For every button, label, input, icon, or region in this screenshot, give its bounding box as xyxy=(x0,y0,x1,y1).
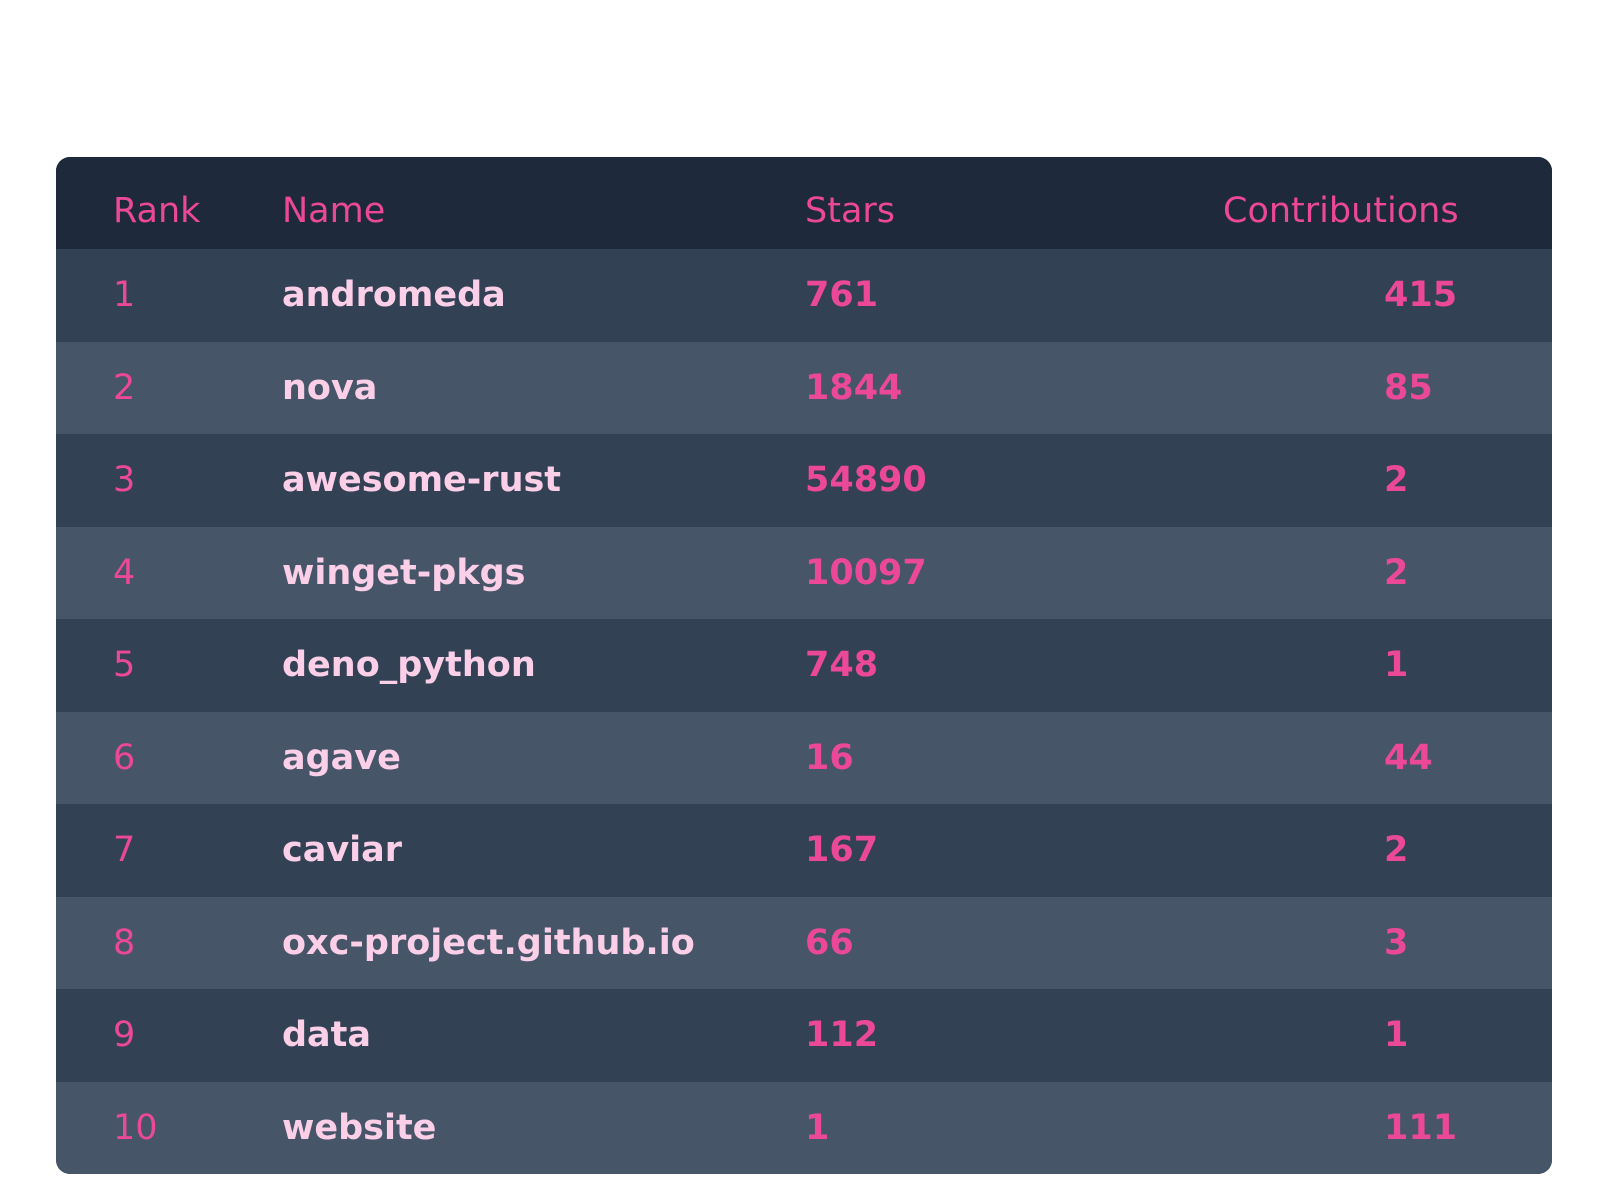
row-name: awesome-rust xyxy=(282,460,562,501)
row-contributions: 2 xyxy=(1384,552,1409,593)
row-stars: 16 xyxy=(805,737,854,778)
table-row: 6 agave 16 44 xyxy=(56,711,1552,804)
table-row: 9 data 112 1 xyxy=(56,989,1552,1082)
header-stars: Stars xyxy=(805,191,896,231)
row-name: caviar xyxy=(282,830,403,871)
table-row: 1 andromeda 761 415 xyxy=(56,249,1552,342)
table-row: 7 caviar 167 2 xyxy=(56,804,1552,897)
repo-ranking-table: Rank Name Stars Contributions 1 andromed… xyxy=(56,157,1552,1174)
row-name: winget-pkgs xyxy=(282,552,526,593)
row-stars: 112 xyxy=(805,1015,879,1056)
header-rank: Rank xyxy=(113,191,201,231)
row-rank: 5 xyxy=(113,645,136,686)
row-name: agave xyxy=(282,737,401,778)
row-stars: 10097 xyxy=(805,552,927,593)
row-contributions: 44 xyxy=(1384,737,1433,778)
row-rank: 8 xyxy=(113,922,136,963)
table-row: 4 winget-pkgs 10097 2 xyxy=(56,526,1552,619)
row-contributions: 1 xyxy=(1384,645,1409,686)
row-name: data xyxy=(282,1015,372,1056)
row-rank: 3 xyxy=(113,460,136,501)
row-rank: 1 xyxy=(113,275,136,316)
row-name: website xyxy=(282,1107,437,1148)
table-row: 10 website 1 111 xyxy=(56,1081,1552,1174)
row-rank: 7 xyxy=(113,830,136,871)
row-stars: 167 xyxy=(805,830,879,871)
row-stars: 1844 xyxy=(805,367,903,408)
row-rank: 9 xyxy=(113,1015,136,1056)
row-rank: 6 xyxy=(113,737,136,778)
row-rank: 4 xyxy=(113,552,136,593)
row-stars: 66 xyxy=(805,922,854,963)
row-contributions: 415 xyxy=(1384,275,1458,316)
table-row: 8 oxc-project.github.io 66 3 xyxy=(56,896,1552,989)
row-rank: 2 xyxy=(113,367,136,408)
row-stars: 761 xyxy=(805,275,879,316)
row-contributions: 2 xyxy=(1384,830,1409,871)
header-contributions: Contributions xyxy=(1223,191,1459,231)
header-name: Name xyxy=(282,191,386,231)
row-stars: 748 xyxy=(805,645,879,686)
row-name: andromeda xyxy=(282,275,506,316)
row-contributions: 1 xyxy=(1384,1015,1409,1056)
table-row: 3 awesome-rust 54890 2 xyxy=(56,434,1552,527)
row-stars: 1 xyxy=(805,1107,830,1148)
row-contributions: 85 xyxy=(1384,367,1433,408)
table-row: 2 nova 1844 85 xyxy=(56,341,1552,434)
row-contributions: 111 xyxy=(1384,1107,1458,1148)
row-stars: 54890 xyxy=(805,460,927,501)
page: Rank Name Stars Contributions 1 andromed… xyxy=(0,0,1600,1200)
row-contributions: 3 xyxy=(1384,922,1409,963)
table-row: 5 deno_python 748 1 xyxy=(56,619,1552,712)
row-name: deno_python xyxy=(282,645,536,686)
row-rank: 10 xyxy=(113,1107,158,1148)
row-name: nova xyxy=(282,367,378,408)
table-header: Rank Name Stars Contributions xyxy=(56,157,1552,249)
row-contributions: 2 xyxy=(1384,460,1409,501)
row-name: oxc-project.github.io xyxy=(282,922,695,963)
